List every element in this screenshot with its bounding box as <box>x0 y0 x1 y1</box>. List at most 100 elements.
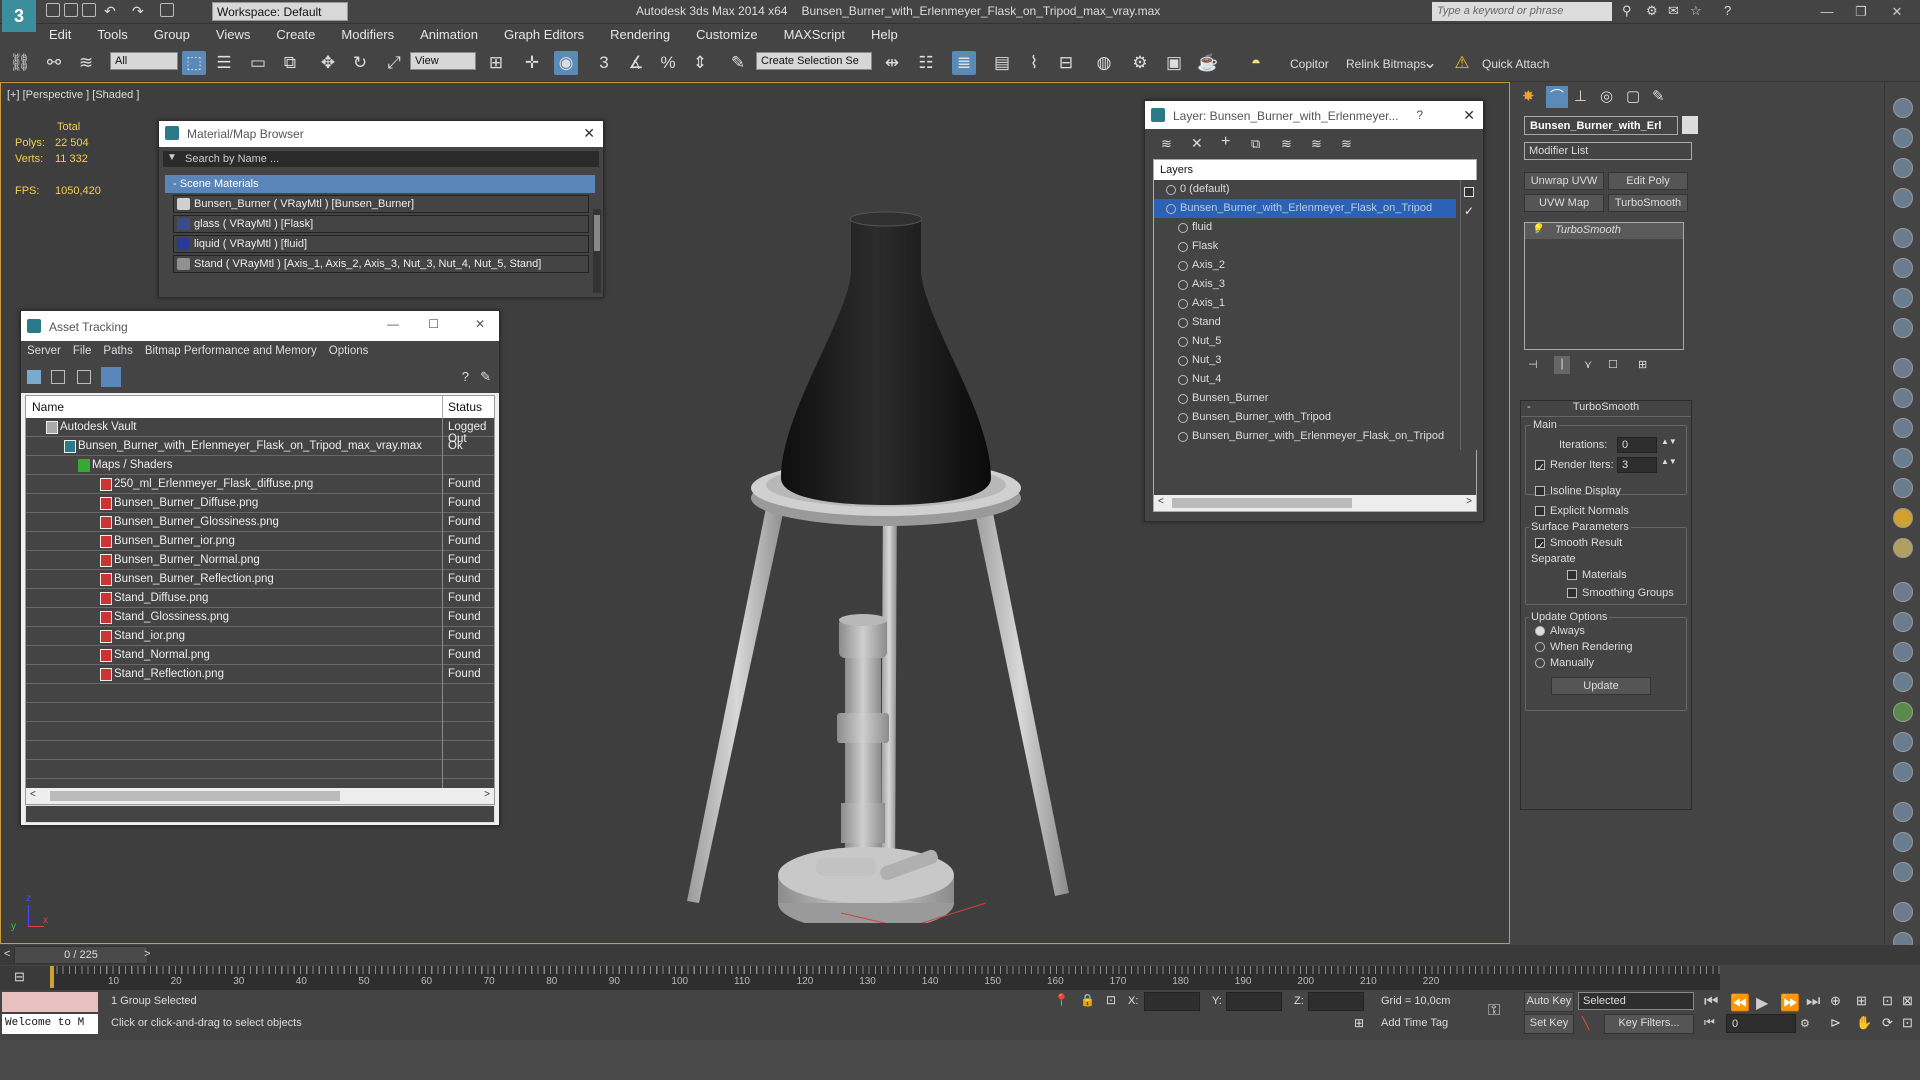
select-objects-icon[interactable]: ⧉ <box>1251 136 1260 152</box>
table-row[interactable]: Bunsen_Burner_with_Erlenmeyer_Flask_on_T… <box>26 437 494 456</box>
orbit-icon[interactable]: ⟳ <box>1882 1015 1893 1031</box>
tool-globe-icon[interactable] <box>1893 802 1913 822</box>
menu-help[interactable]: Help <box>858 24 911 42</box>
asset-menu-options[interactable]: Options <box>329 345 369 357</box>
menu-create[interactable]: Create <box>263 24 328 42</box>
menu-customize[interactable]: Customize <box>683 24 770 42</box>
add-time-tag[interactable]: Add Time Tag <box>1376 1014 1496 1033</box>
new-file-icon[interactable] <box>46 3 60 17</box>
table-row[interactable]: Bunsen_Burner_Diffuse.png Found <box>26 494 494 513</box>
tool-atmosphere-icon[interactable] <box>1893 672 1913 692</box>
update-always-option[interactable]: Always <box>1535 625 1585 637</box>
table-row[interactable]: Stand_Reflection.png Found <box>26 665 494 684</box>
menu-maxscript[interactable]: MAXScript <box>771 24 858 42</box>
viewport-label[interactable]: [+] [Perspective ] [Shaded ] <box>7 89 139 101</box>
show-end-result-icon[interactable]: | <box>1554 356 1570 374</box>
tool-particles-icon[interactable] <box>1893 582 1913 602</box>
z-coordinate-field[interactable] <box>1308 992 1364 1011</box>
auto-key-button[interactable]: Auto Key <box>1524 992 1574 1012</box>
go-to-end-icon[interactable]: ⏭ <box>1806 993 1820 1011</box>
minimize-button[interactable]: — <box>1812 1 1842 23</box>
freeze-all-icon[interactable]: ≋ <box>1341 136 1352 152</box>
layer-explorer-icon[interactable]: ≣ <box>952 51 976 75</box>
col-status-header[interactable]: Status <box>448 400 482 414</box>
update-when-rendering-option[interactable]: When Rendering <box>1535 641 1633 653</box>
tool-list-icon[interactable] <box>1893 158 1913 178</box>
tool-hf-icon[interactable] <box>1893 732 1913 752</box>
table-row[interactable]: Stand_ior.png Found <box>26 627 494 646</box>
chevron-down-icon[interactable]: ⌄ <box>1418 51 1442 75</box>
uvw-map-button[interactable]: UVW Map <box>1524 194 1604 212</box>
layer-item[interactable]: Bunsen_Burner_with_Tripod <box>1154 408 1476 427</box>
tool-object-icon[interactable] <box>1893 762 1913 782</box>
key-filter-icon[interactable]: ╲ <box>1582 1016 1589 1030</box>
layer-item[interactable]: Flask <box>1154 237 1476 256</box>
bind-spacewarp-icon[interactable]: ≋ <box>74 51 98 75</box>
pin-stack-icon[interactable]: ⊣ <box>1528 358 1538 371</box>
table-row[interactable]: Bunsen_Burner_Reflection.png Found <box>26 570 494 589</box>
layer-item[interactable]: Axis_2 <box>1154 256 1476 275</box>
workspace-dropdown[interactable]: Workspace: Default <box>212 2 348 21</box>
render-iters-spinner[interactable]: 3 <box>1617 457 1657 473</box>
key-icon[interactable]: ⚿ <box>1488 1002 1500 1020</box>
tool-sphere-icon[interactable] <box>1893 418 1913 438</box>
tool-fur-icon[interactable] <box>1893 448 1913 468</box>
communication-icon[interactable]: ✉ <box>1668 3 1679 19</box>
play-icon[interactable]: ▶ <box>1756 993 1768 1013</box>
keyboard-shortcut-override-icon[interactable]: ◉ <box>554 51 578 75</box>
asset-menu-file[interactable]: File <box>73 345 92 357</box>
menu-rendering[interactable]: Rendering <box>597 24 683 42</box>
copitor-label[interactable]: Copitor <box>1290 57 1329 71</box>
tool-camera-icon[interactable] <box>1893 258 1913 278</box>
material-item[interactable]: Stand ( VRayMtl ) [Axis_1, Axis_2, Axis_… <box>173 255 589 273</box>
rendered-frame-window-icon[interactable]: ▣ <box>1162 51 1186 75</box>
tool-vray-icon[interactable] <box>1893 862 1913 882</box>
maxscript-listener-pink[interactable] <box>2 992 98 1012</box>
material-item[interactable]: liquid ( VRayMtl ) [fluid] <box>173 235 589 253</box>
selection-filter-dropdown[interactable]: All <box>110 52 178 70</box>
set-key-button[interactable]: Set Key <box>1524 1014 1574 1034</box>
table-row[interactable]: Stand_Diffuse.png Found <box>26 589 494 608</box>
tool-cone-icon[interactable] <box>1893 478 1913 498</box>
iterations-spinner[interactable]: 0 <box>1617 437 1657 453</box>
redo-icon[interactable]: ↷ <box>132 3 144 20</box>
isoline-option[interactable]: Isoline Display <box>1535 485 1621 497</box>
snaps-toggle-icon[interactable]: 3 <box>592 51 616 75</box>
material-item[interactable]: glass ( VRayMtl ) [Flask] <box>173 215 589 233</box>
pivot-center-icon[interactable]: ⊞ <box>484 51 508 75</box>
isoline-checkbox[interactable] <box>1535 486 1545 497</box>
select-manipulate-icon[interactable]: ✛ <box>520 51 544 75</box>
align-icon[interactable]: ☷ <box>914 51 938 75</box>
add-to-layer-icon[interactable]: + <box>1221 133 1230 151</box>
turbosmooth-button[interactable]: TurboSmooth <box>1608 194 1688 212</box>
manually-radio[interactable] <box>1535 658 1545 669</box>
tool-sun-icon[interactable] <box>1893 508 1913 528</box>
remove-modifier-icon[interactable]: ☐ <box>1608 358 1618 371</box>
time-slider-thumb[interactable]: 0 / 225 <box>14 946 148 964</box>
list-view-icon[interactable] <box>51 370 65 384</box>
update-manually-option[interactable]: Manually <box>1535 657 1594 669</box>
detail-view-icon[interactable] <box>77 370 91 384</box>
rotate-icon[interactable]: ↻ <box>348 51 372 75</box>
menu-edit[interactable]: Edit <box>36 24 84 42</box>
binoculars-icon[interactable]: ⚲ <box>1622 3 1632 19</box>
table-row[interactable]: Stand_Glossiness.png Found <box>26 608 494 627</box>
tool-plane-icon[interactable] <box>1893 358 1913 378</box>
spinner-snap-icon[interactable]: ⇕ <box>688 51 712 75</box>
create-tab-icon[interactable]: ✸ <box>1522 87 1535 105</box>
time-slider-next[interactable]: > <box>144 948 150 960</box>
copitor-icon[interactable]: ◓ <box>1244 51 1268 75</box>
default-layer-current-checkbox[interactable] <box>1464 187 1474 197</box>
tool-render-icon[interactable] <box>1893 128 1913 148</box>
utilities-tab-icon[interactable]: ✎ <box>1652 87 1665 105</box>
maximize-icon[interactable]: ☐ <box>428 317 439 331</box>
app-logo[interactable]: 3 <box>2 0 36 32</box>
layer-item[interactable]: Stand <box>1154 313 1476 332</box>
relink-bitmaps-label[interactable]: Relink Bitmaps <box>1346 57 1426 71</box>
asset-horizontal-scrollbar[interactable]: < > <box>26 788 494 804</box>
erlenmeyer-flask[interactable] <box>781 211 991 505</box>
select-object-icon[interactable]: ⬚ <box>182 51 206 75</box>
zoom-extents-all-icon[interactable]: ⊠ <box>1902 993 1913 1009</box>
toggle-ribbon-icon[interactable]: ▤ <box>990 51 1014 75</box>
time-tag-icon[interactable]: ⊞ <box>1354 1016 1364 1030</box>
